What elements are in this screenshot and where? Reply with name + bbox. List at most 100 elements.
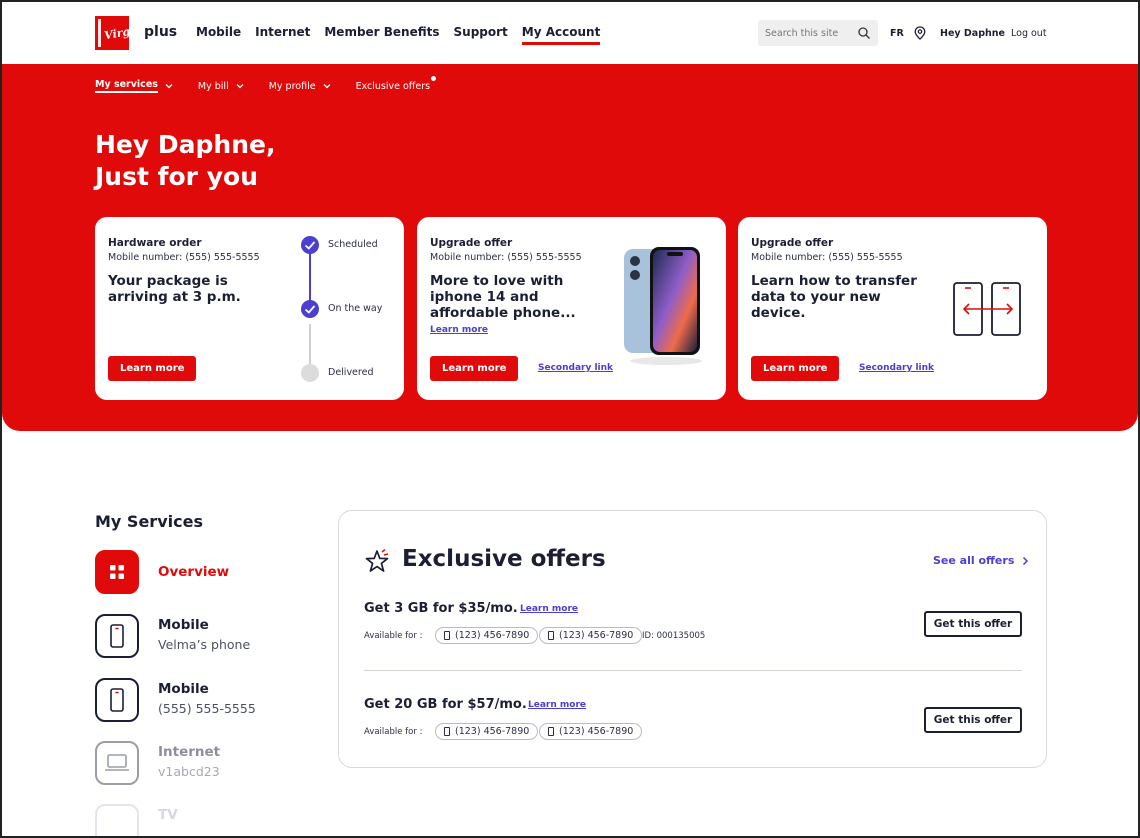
number-pill: (123) 456-7890 <box>435 723 539 740</box>
subnav-my-bill[interactable]: My bill <box>198 79 244 93</box>
phone-icon <box>95 678 139 722</box>
card-mobile-number: Mobile number: (555) 555-5555 <box>751 252 903 263</box>
nav-mobile[interactable]: Mobile <box>196 25 241 39</box>
see-all-offers-label: See all offers <box>933 554 1015 567</box>
number-pill: (123) 456-7890 <box>539 723 643 740</box>
card-mobile-number: Mobile number: (555) 555-5555 <box>108 252 260 263</box>
nav-my-account[interactable]: My Account <box>521 25 600 45</box>
see-all-offers-link[interactable]: See all offers <box>933 554 1029 567</box>
service-item-tv[interactable]: TV <box>95 804 295 836</box>
offer-id: ID: 000135005 <box>642 631 706 641</box>
get-offer-button[interactable]: Get this offer <box>924 707 1022 733</box>
subnav-my-services-label: My services <box>95 79 158 93</box>
card-headline-line: data to your new <box>751 289 881 305</box>
secondary-link[interactable]: Secondary link <box>538 363 613 373</box>
card-headline-line: device. <box>751 305 806 321</box>
phone-icon <box>548 727 554 736</box>
hero-title: Hey Daphne, Just for you <box>95 129 275 193</box>
offer-divider <box>364 670 1022 671</box>
subnav-exclusive-offers[interactable]: Exclusive offers <box>355 76 437 93</box>
check-icon <box>301 236 319 254</box>
inline-learn-more-link[interactable]: Learn more <box>430 325 488 335</box>
card-eyebrow: Upgrade offer <box>430 237 513 249</box>
exclusive-offers-panel: Exclusive offers See all offers Get 3 GB… <box>338 510 1047 768</box>
subnav-exclusive-offers-label: Exclusive offers <box>355 80 431 92</box>
delivery-tracker: Scheduled On the way Delivered <box>299 234 399 384</box>
check-icon <box>301 300 319 318</box>
my-services-title: My Services <box>95 512 203 531</box>
location-pin-icon[interactable] <box>914 26 926 40</box>
language-toggle[interactable]: FR <box>890 28 904 39</box>
star-icon <box>365 549 389 572</box>
learn-more-button[interactable]: Learn more <box>751 356 840 381</box>
service-name: Mobile <box>158 617 209 633</box>
learn-more-button[interactable]: Learn more <box>108 356 197 381</box>
offer-title: Get 3 GB for $35/mo. <box>364 601 518 616</box>
subnav-my-bill-label: My bill <box>197 80 229 92</box>
service-desc: (555) 555-5555 <box>158 701 256 716</box>
phone-transfer-icon <box>953 282 1021 336</box>
grid-icon <box>95 550 139 594</box>
iphone-image <box>624 247 702 365</box>
offer-learn-more-link[interactable]: Learn more <box>520 604 578 614</box>
notification-dot <box>431 76 437 81</box>
number-pill-text: (123) 456-7890 <box>455 726 530 737</box>
subnav-my-profile[interactable]: My profile <box>269 79 331 93</box>
offer-learn-more-link[interactable]: Learn more <box>528 700 586 710</box>
card-headline-line: Learn how to transfer <box>751 273 917 289</box>
card-headline-line: Your package is <box>108 273 228 289</box>
nav-internet[interactable]: Internet <box>255 25 310 39</box>
chevron-down-icon <box>165 84 173 89</box>
service-item-mobile[interactable]: Mobile Velma’s phone <box>95 614 295 660</box>
virgin-logo[interactable]: Virgin <box>95 16 139 50</box>
page-frame: Virgin plus Mobile Internet Member Benef… <box>0 0 1140 838</box>
offer-item: Get 20 GB for $57/mo. Learn more Availab… <box>364 697 1024 757</box>
user-greeting[interactable]: Hey Daphne <box>940 28 1005 39</box>
number-pill-text: (123) 456-7890 <box>559 630 634 641</box>
chevron-down-icon <box>323 84 331 89</box>
search-input[interactable] <box>758 20 850 46</box>
card-headline-line: More to love with <box>430 273 564 289</box>
nav-support[interactable]: Support <box>454 25 508 39</box>
get-offer-button[interactable]: Get this offer <box>924 611 1022 637</box>
main-nav: Mobile Internet Member Benefits Support … <box>196 25 614 45</box>
offer-item: Get 3 GB for $35/mo. Learn more Availabl… <box>364 601 1024 661</box>
phone-icon <box>95 614 139 658</box>
secondary-link[interactable]: Secondary link <box>859 363 934 373</box>
hardware-order-card: Hardware order Mobile number: (555) 555-… <box>95 217 404 400</box>
card-headline: More to love with iphone 14 and affordab… <box>430 273 576 321</box>
card-eyebrow: Hardware order <box>108 237 202 249</box>
service-item-internet[interactable]: Internet v1abcd23 <box>95 741 295 787</box>
card-headline-line: affordable phone... <box>430 305 576 321</box>
service-item-overview[interactable]: Overview <box>95 550 295 596</box>
transfer-data-card: Upgrade offer Mobile number: (555) 555-5… <box>738 217 1047 400</box>
hero-title-line2: Just for you <box>95 162 258 191</box>
pending-step-icon <box>301 364 319 382</box>
learn-more-button[interactable]: Learn more <box>430 356 519 381</box>
card-headline: Learn how to transfer data to your new d… <box>751 273 917 321</box>
card-headline: Your package is arriving at 3 p.m. <box>108 273 241 305</box>
laptop-icon <box>95 741 139 785</box>
chevron-right-icon <box>1023 556 1029 565</box>
search-icon[interactable] <box>858 27 870 39</box>
logout-link[interactable]: Log out <box>1011 28 1047 39</box>
service-name: TV <box>158 807 178 823</box>
card-headline-line: iphone 14 and <box>430 289 539 305</box>
hero-banner: My services My bill My profile Exclusive… <box>2 64 1138 431</box>
number-pill-text: (123) 456-7890 <box>455 630 530 641</box>
available-for-label: Available for : <box>364 631 423 641</box>
number-pill: (123) 456-7890 <box>435 627 539 644</box>
search-box <box>758 20 878 46</box>
tracker-step-label: Scheduled <box>328 239 378 250</box>
service-item-mobile[interactable]: Mobile (555) 555-5555 <box>95 678 295 724</box>
tracker-step-label: On the way <box>328 303 383 314</box>
nav-member-benefits[interactable]: Member Benefits <box>324 25 439 39</box>
number-pill-text: (123) 456-7890 <box>559 726 634 737</box>
service-desc: v1abcd23 <box>158 764 220 779</box>
hero-title-line1: Hey Daphne, <box>95 130 276 159</box>
brand-plus-label: plus <box>144 24 178 40</box>
number-pill: (123) 456-7890 <box>539 627 643 644</box>
chevron-down-icon <box>236 84 244 89</box>
card-eyebrow: Upgrade offer <box>751 237 834 249</box>
subnav-my-services[interactable]: My services <box>95 79 173 93</box>
